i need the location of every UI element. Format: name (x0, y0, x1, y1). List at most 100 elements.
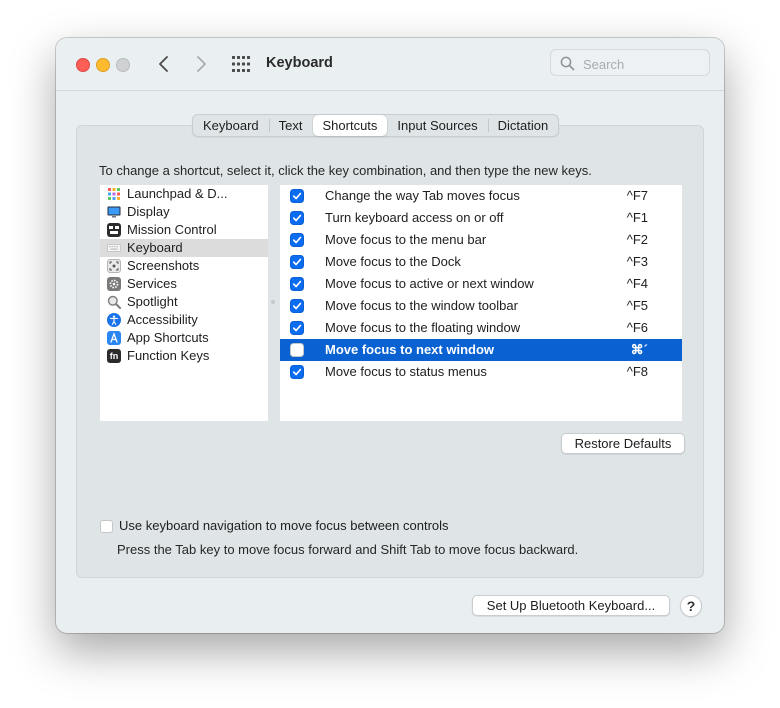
screenshots-icon (107, 259, 121, 273)
checkmark-icon (292, 324, 302, 332)
checkmark-icon (292, 258, 302, 266)
category-label: Keyboard (127, 240, 183, 255)
shortcut-checkbox[interactable] (290, 255, 304, 269)
shortcut-label: Move focus to active or next window (325, 276, 534, 291)
shortcut-label: Move focus to the Dock (325, 254, 461, 269)
forward-button[interactable] (190, 53, 212, 75)
tab-text[interactable]: Text (268, 115, 313, 136)
shortcut-label: Move focus to status menus (325, 364, 487, 379)
setup-bluetooth-keyboard-button[interactable]: Set Up Bluetooth Keyboard... (472, 595, 670, 616)
category-label: Services (127, 276, 177, 291)
category-screenshots[interactable]: Screenshots (100, 257, 268, 275)
tab-bar: Keyboard Text Shortcuts Input Sources Di… (192, 114, 560, 137)
shortcut-row-selected[interactable]: Move focus to next window ⌘´ (280, 339, 682, 361)
shortcut-checkbox[interactable] (290, 365, 304, 379)
checkmark-icon (292, 236, 302, 244)
tab-keyboard[interactable]: Keyboard (193, 115, 269, 136)
category-display[interactable]: Display (100, 203, 268, 221)
category-label: Mission Control (127, 222, 217, 237)
category-label: Function Keys (127, 348, 210, 363)
search-input[interactable] (581, 54, 705, 74)
shortcut-key[interactable]: ^F2 (627, 232, 648, 247)
shortcut-label: Turn keyboard access on or off (325, 210, 504, 225)
shortcut-key[interactable]: ^F4 (627, 276, 648, 291)
shortcut-key[interactable]: ^F3 (627, 254, 648, 269)
checkmark-icon (292, 368, 302, 376)
minimize-button[interactable] (96, 58, 110, 72)
shortcut-checkbox[interactable] (290, 233, 304, 247)
window-title: Keyboard (266, 55, 333, 71)
category-mission-control[interactable]: Mission Control (100, 221, 268, 239)
split-view-divider[interactable] (271, 300, 275, 304)
keyboard-navigation-label[interactable]: Use keyboard navigation to move focus be… (119, 518, 449, 533)
category-label: App Shortcuts (127, 330, 209, 345)
category-app-shortcuts[interactable]: App Shortcuts (100, 329, 268, 347)
shortcut-checkbox[interactable] (290, 211, 304, 225)
shortcut-row[interactable]: Move focus to the menu bar ^F2 (280, 229, 682, 251)
restore-defaults-button[interactable]: Restore Defaults (561, 433, 685, 454)
keyboard-icon (107, 241, 121, 255)
shortcut-key[interactable]: ^F5 (627, 298, 648, 313)
shortcut-key[interactable]: ^F8 (627, 364, 648, 379)
shortcuts-list[interactable]: Change the way Tab moves focus ^F7 Turn … (279, 184, 683, 422)
shortcut-label: Change the way Tab moves focus (325, 188, 520, 203)
instruction-text: To change a shortcut, select it, click t… (99, 163, 592, 178)
shortcut-label: Move focus to the floating window (325, 320, 521, 335)
titlebar: Keyboard (56, 38, 724, 91)
tab-input-sources[interactable]: Input Sources (387, 115, 487, 136)
chevron-left-icon (159, 56, 168, 72)
accessibility-icon (107, 313, 121, 327)
zoom-button[interactable] (116, 58, 130, 72)
help-button[interactable]: ? (680, 595, 702, 617)
shortcut-checkbox[interactable] (290, 299, 304, 313)
launchpad-icon (107, 187, 121, 201)
display-icon (107, 205, 121, 219)
show-all-grid-icon[interactable] (231, 55, 251, 73)
shortcut-row[interactable]: Move focus to the Dock ^F3 (280, 251, 682, 273)
shortcut-row[interactable]: Move focus to status menus ^F8 (280, 361, 682, 383)
shortcut-row[interactable]: Move focus to the floating window ^F6 (280, 317, 682, 339)
function-keys-icon: fn (107, 349, 121, 363)
shortcut-key[interactable]: ⌘´ (631, 342, 648, 358)
search-field[interactable] (550, 49, 710, 76)
tab-shortcuts[interactable]: Shortcuts (312, 115, 388, 136)
category-label: Launchpad & D... (127, 186, 228, 201)
category-launchpad[interactable]: Launchpad & D... (100, 185, 268, 203)
preferences-window: Keyboard Keyboard Text Shortcuts Input S… (56, 38, 724, 633)
category-keyboard[interactable]: Keyboard (100, 239, 268, 257)
category-function-keys[interactable]: fn Function Keys (100, 347, 268, 365)
shortcut-row[interactable]: Change the way Tab moves focus ^F7 (280, 185, 682, 207)
shortcut-row[interactable]: Move focus to active or next window ^F4 (280, 273, 682, 295)
shortcut-checkbox[interactable] (290, 321, 304, 335)
shortcut-label: Move focus to next window (325, 342, 495, 357)
mission-control-icon (107, 223, 121, 237)
app-shortcuts-icon (107, 331, 121, 345)
shortcut-key[interactable]: ^F1 (627, 210, 648, 225)
shortcut-row[interactable]: Move focus to the window toolbar ^F5 (280, 295, 682, 317)
keyboard-navigation-hint: Press the Tab key to move focus forward … (117, 542, 579, 557)
shortcut-row[interactable]: Turn keyboard access on or off ^F1 (280, 207, 682, 229)
shortcut-checkbox[interactable] (290, 343, 304, 357)
category-spotlight[interactable]: Spotlight (100, 293, 268, 311)
search-icon (560, 56, 575, 71)
category-accessibility[interactable]: Accessibility (100, 311, 268, 329)
back-button[interactable] (153, 53, 175, 75)
spotlight-icon (107, 295, 121, 309)
shortcut-checkbox[interactable] (290, 189, 304, 203)
shortcut-label: Move focus to the menu bar (325, 232, 487, 247)
shortcut-key[interactable]: ^F7 (627, 188, 648, 203)
category-label: Accessibility (127, 312, 198, 327)
category-list[interactable]: Launchpad & D... Display Mission Control (99, 184, 269, 422)
checkmark-icon (292, 280, 302, 288)
category-label: Screenshots (127, 258, 200, 273)
shortcut-key[interactable]: ^F6 (627, 320, 648, 335)
keyboard-navigation-checkbox[interactable] (100, 520, 113, 533)
chevron-right-icon (197, 56, 206, 72)
category-label: Display (127, 204, 170, 219)
tab-dictation[interactable]: Dictation (487, 115, 559, 136)
close-button[interactable] (76, 58, 90, 72)
shortcut-label: Move focus to the window toolbar (325, 298, 518, 313)
services-icon (107, 277, 121, 291)
category-services[interactable]: Services (100, 275, 268, 293)
shortcut-checkbox[interactable] (290, 277, 304, 291)
